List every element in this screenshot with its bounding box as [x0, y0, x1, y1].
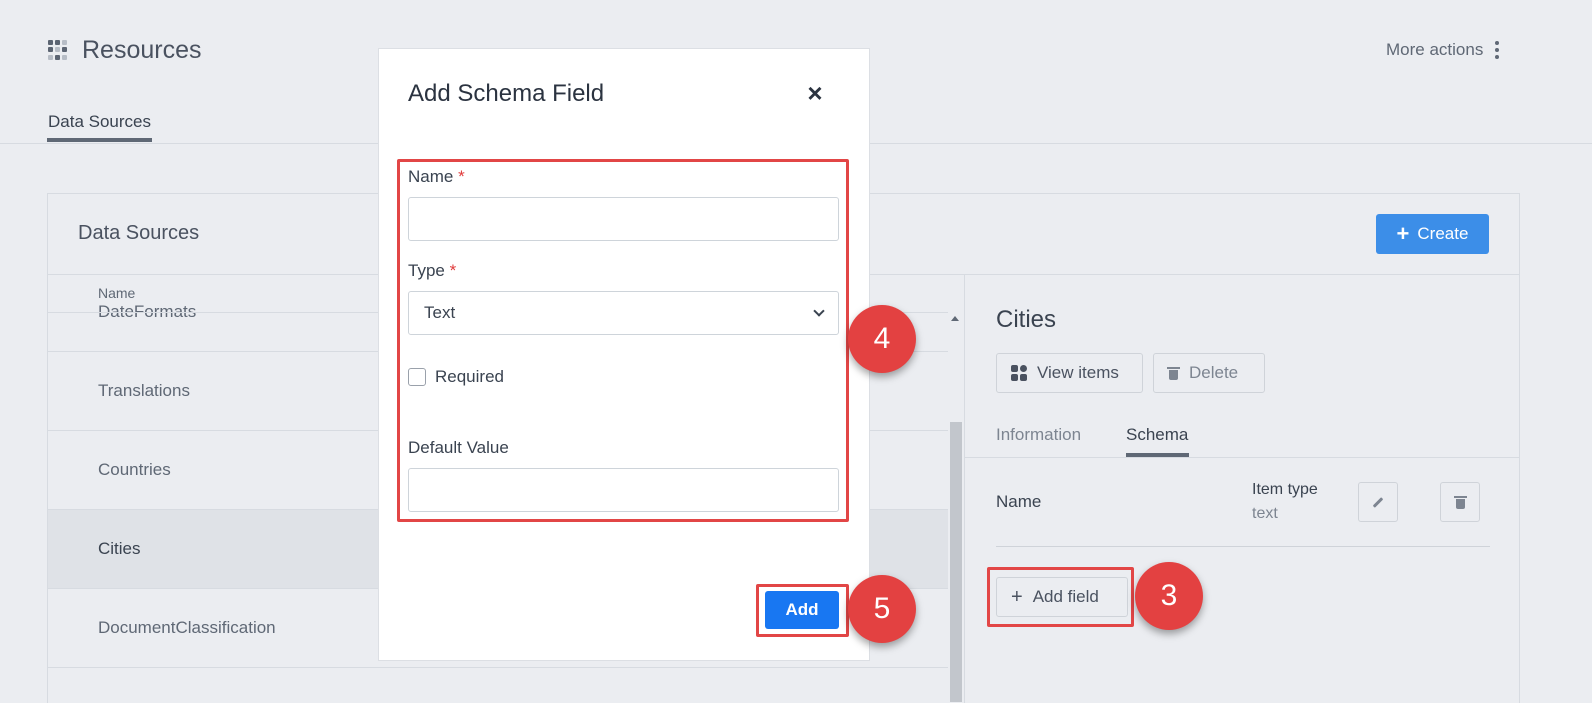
view-items-label: View items — [1037, 363, 1119, 382]
tab-schema[interactable]: Schema — [1126, 425, 1188, 445]
resources-app-icon — [48, 40, 68, 60]
detail-tabs-divider — [965, 457, 1519, 458]
create-label: Create — [1417, 224, 1469, 243]
delete-label: Delete — [1189, 363, 1239, 382]
more-actions-button[interactable]: More actions — [1386, 40, 1500, 60]
more-actions-label: More actions — [1386, 40, 1484, 59]
panel-title: Data Sources — [78, 222, 200, 244]
active-tab-indicator — [47, 138, 152, 142]
highlight-add-button — [756, 584, 849, 637]
scroll-up-arrow-icon[interactable] — [951, 316, 959, 321]
delete-button[interactable]: Delete — [1153, 353, 1265, 393]
modal-title: Add Schema Field — [408, 80, 605, 107]
schema-field-divider — [996, 546, 1490, 547]
step-marker-5: 5 — [848, 575, 916, 643]
trash-icon — [1167, 366, 1180, 380]
plus-icon: + — [1396, 221, 1410, 246]
list-item-label: DocumentClassification — [98, 618, 276, 637]
page-title: Resources — [82, 36, 202, 64]
detail-title: Cities — [996, 306, 1057, 333]
view-items-button[interactable]: View items — [996, 353, 1143, 393]
pencil-icon — [1372, 496, 1384, 508]
panel-split-divider — [964, 275, 965, 703]
step-marker-4: 4 — [848, 305, 916, 373]
trash-icon — [1453, 495, 1467, 509]
list-scrollbar-thumb[interactable] — [950, 422, 962, 702]
highlight-form-fields — [397, 159, 849, 522]
create-button[interactable]: + Create — [1376, 214, 1489, 254]
item-type-label: Item type — [1252, 481, 1318, 498]
highlight-add-field-button — [987, 567, 1134, 627]
list-item-label: Translations — [98, 381, 190, 400]
kebab-icon — [1495, 41, 1500, 59]
grid-icon — [1011, 365, 1027, 381]
step-marker-3: 3 — [1135, 562, 1203, 630]
close-icon[interactable]: × — [803, 80, 827, 106]
tab-information[interactable]: Information — [996, 425, 1081, 445]
edit-field-button[interactable] — [1358, 482, 1398, 522]
delete-field-button[interactable] — [1440, 482, 1480, 522]
tab-data-sources[interactable]: Data Sources — [48, 112, 151, 132]
list-item-label: Cities — [98, 539, 141, 558]
schema-field-name: Name — [996, 492, 1042, 511]
item-type-value: text — [1252, 505, 1278, 522]
list-item-label: Countries — [98, 460, 171, 479]
